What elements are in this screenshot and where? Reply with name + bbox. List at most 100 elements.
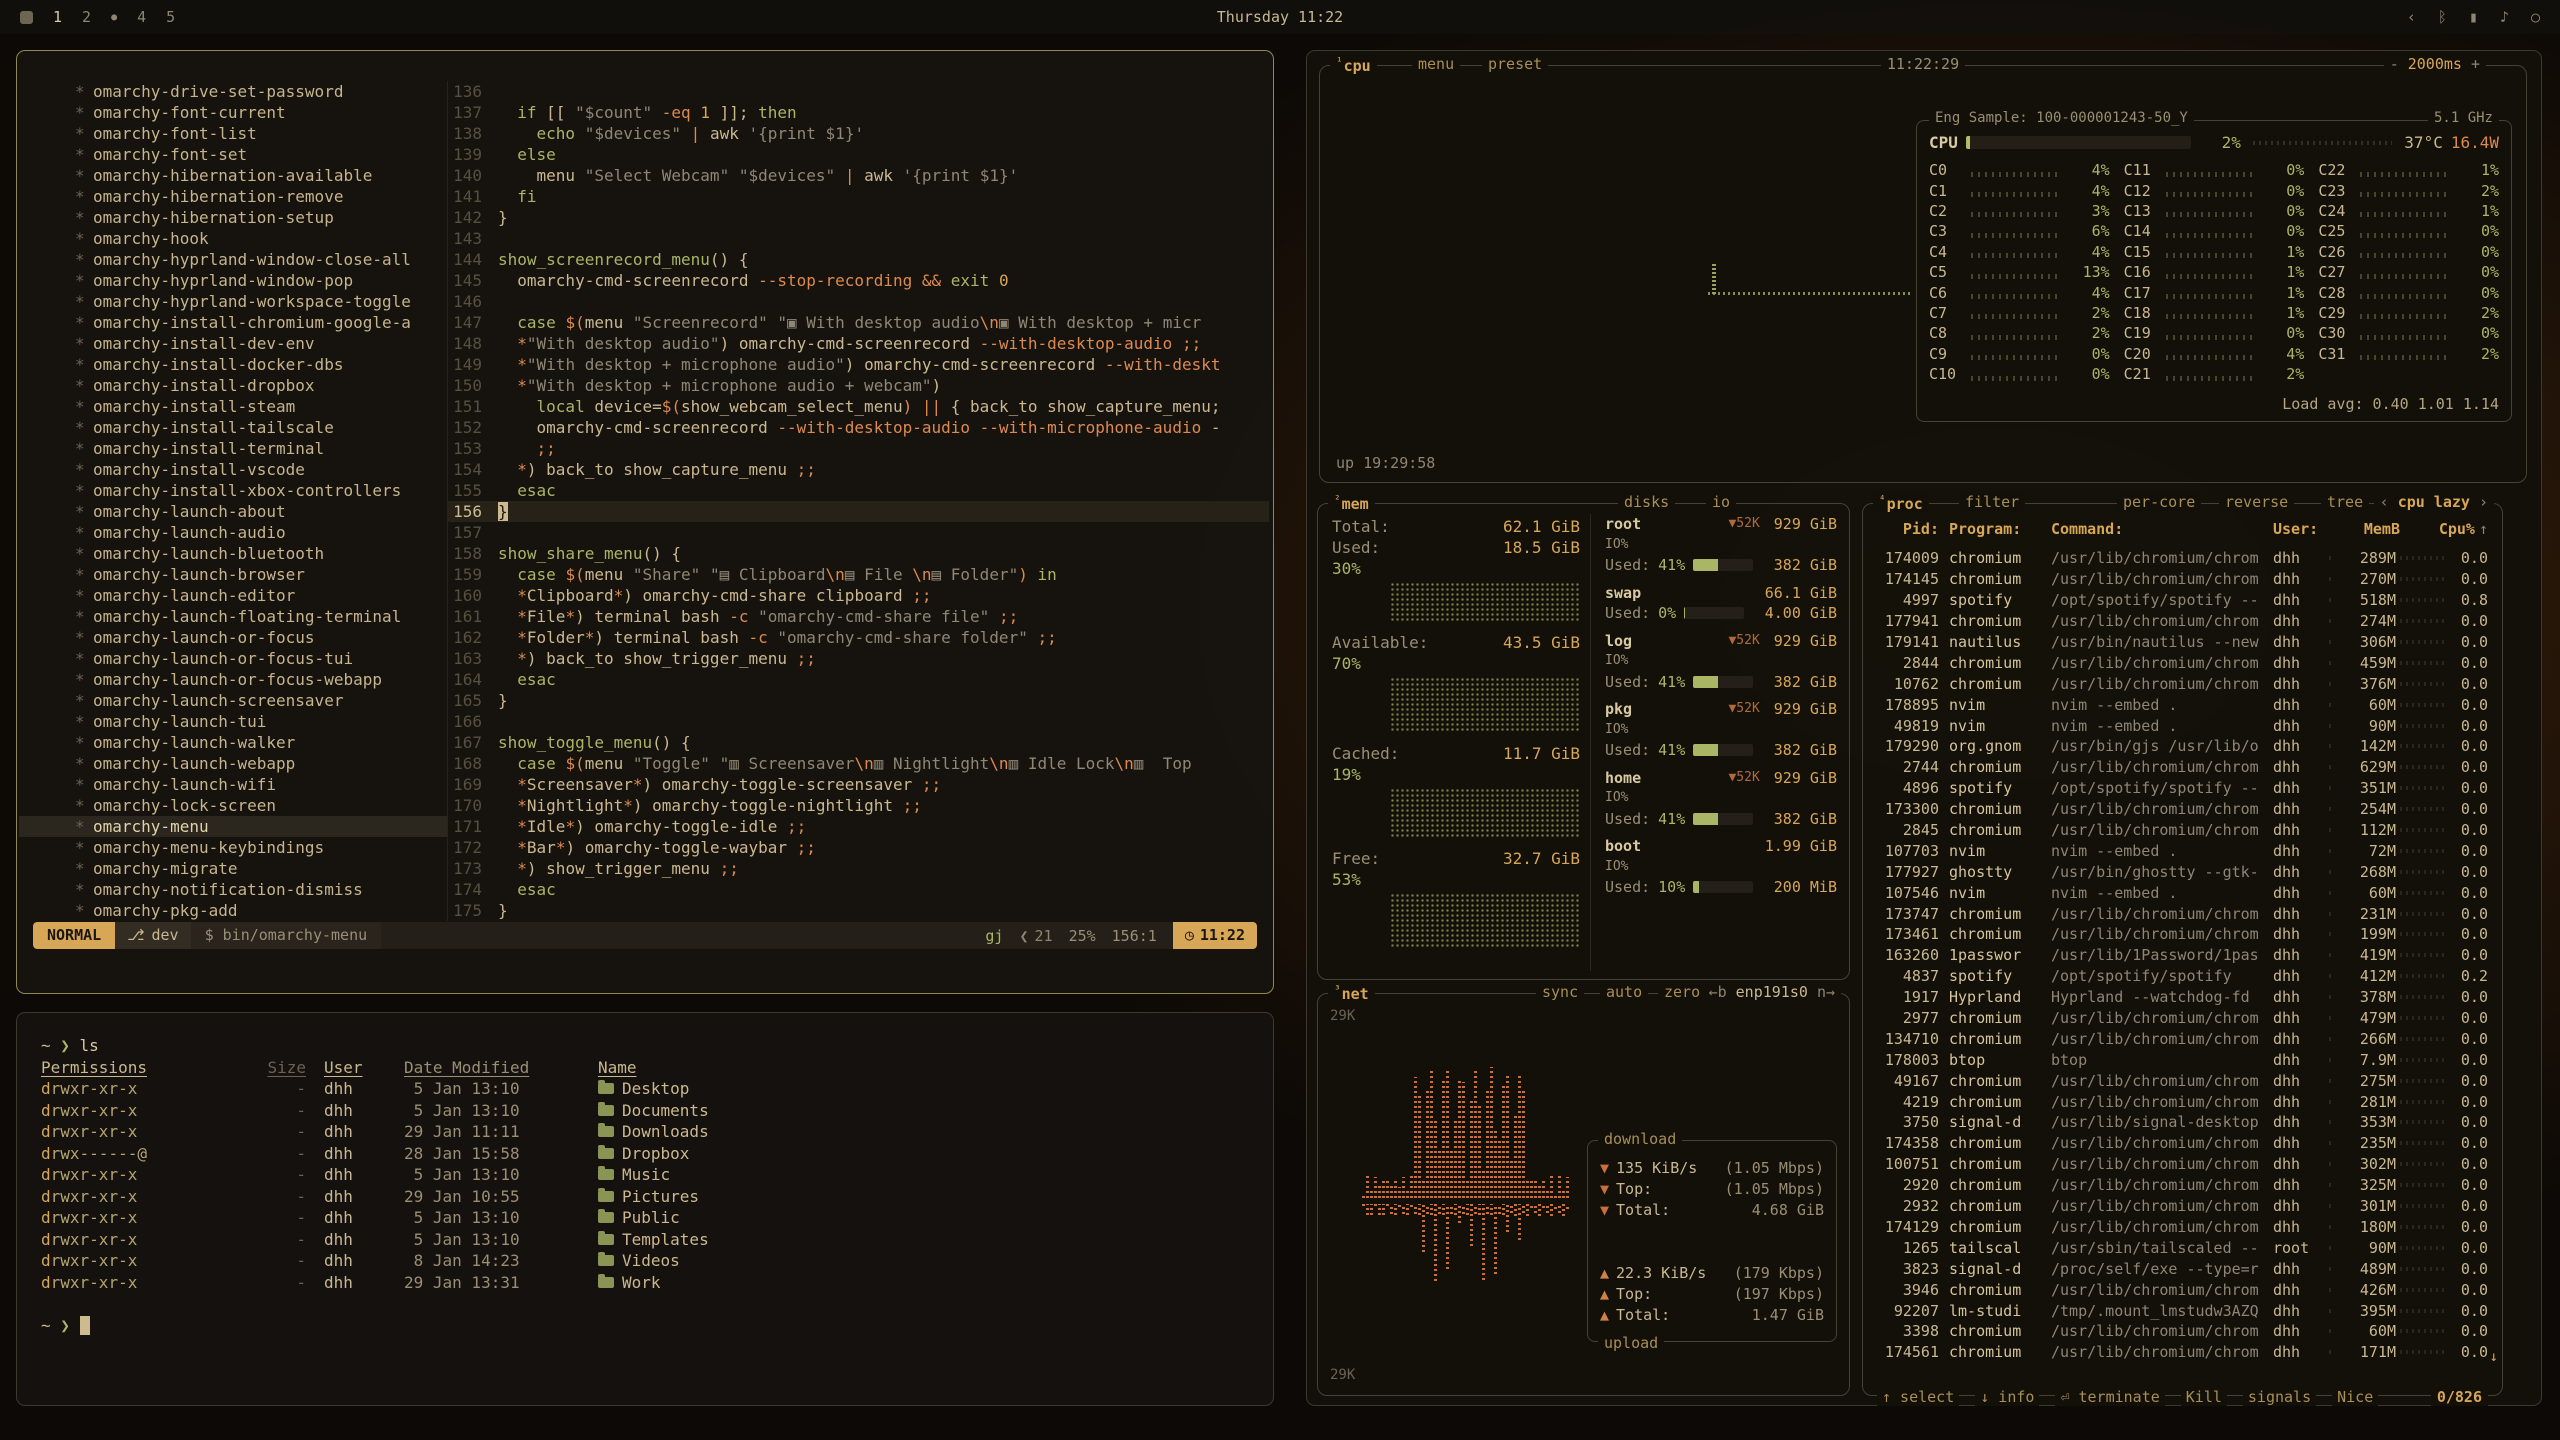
file-item[interactable]: *omarchy-lock-screen	[19, 795, 447, 816]
btop-preset-button[interactable]: preset	[1482, 55, 1548, 73]
scroll-down-icon[interactable]: ↓	[2490, 1349, 2498, 1365]
btop-interval-control[interactable]: - 2000ms +	[2384, 55, 2486, 73]
file-item[interactable]: *omarchy-install-xbox-controllers	[19, 480, 447, 501]
prompt-line[interactable]: ~ ❯ ls	[41, 1035, 1259, 1057]
process-row[interactable]: 179290org.gnom/usr/bin/gjs /usr/lib/odhh…	[1877, 736, 2488, 757]
process-row[interactable]: 174561chromium/usr/lib/chromium/chromdhh…	[1877, 1342, 2488, 1363]
proc-tree-button[interactable]: tree	[2321, 493, 2369, 511]
workspace-5[interactable]: 5	[166, 8, 175, 26]
file-item[interactable]: *omarchy-hyprland-window-pop	[19, 270, 447, 291]
file-item[interactable]: *omarchy-hibernation-remove	[19, 186, 447, 207]
process-row[interactable]: 4896spotify/opt/spotify/spotify --dhh351…	[1877, 778, 2488, 799]
terminal-window[interactable]: ~ ❯ lsPermissionsSizeUserDate ModifiedNa…	[16, 1012, 1274, 1406]
proc-header-program[interactable]: Program:	[1949, 520, 2043, 538]
file-item[interactable]: *omarchy-launch-webapp	[19, 753, 447, 774]
battery-icon[interactable]: ▮	[2469, 8, 2478, 26]
net-interface-switcher[interactable]: ←b enp191s0 n→	[1703, 983, 1841, 1001]
process-row[interactable]: 49819nvimnvim --embed .dhh90M0.0	[1877, 715, 2488, 736]
proc-filter-button[interactable]: filter	[1959, 493, 2025, 511]
file-item[interactable]: *omarchy-launch-wifi	[19, 774, 447, 795]
arrow-left-icon[interactable]: ‹	[2407, 8, 2416, 26]
proc-footer-item-0[interactable]: ↑ select	[1877, 1388, 1959, 1406]
file-item[interactable]: *omarchy-install-chromium-google-a	[19, 312, 447, 333]
process-row[interactable]: 4997spotify/opt/spotify/spotify --dhh518…	[1877, 590, 2488, 611]
net-auto-button[interactable]: auto	[1600, 983, 1648, 1001]
process-row[interactable]: 3398chromium/usr/lib/chromium/chromdhh60…	[1877, 1321, 2488, 1342]
process-row[interactable]: 2977chromium/usr/lib/chromium/chromdhh47…	[1877, 1008, 2488, 1029]
process-row[interactable]: 174145chromium/usr/lib/chromium/chromdhh…	[1877, 569, 2488, 590]
file-item[interactable]: *omarchy-launch-screensaver	[19, 690, 447, 711]
file-item[interactable]: *omarchy-hyprland-workspace-toggle	[19, 291, 447, 312]
process-row[interactable]: 4219chromium/usr/lib/chromium/chromdhh28…	[1877, 1091, 2488, 1112]
workspace-4[interactable]: 4	[137, 8, 146, 26]
process-row[interactable]: 177927ghostty/usr/bin/ghostty --gtk-dhh2…	[1877, 861, 2488, 882]
proc-footer-item-5[interactable]: Nice	[2332, 1388, 2378, 1406]
process-row[interactable]: 173461chromium/usr/lib/chromium/chromdhh…	[1877, 924, 2488, 945]
iface-next-icon[interactable]: n→	[1817, 983, 1835, 1001]
file-item[interactable]: *omarchy-hibernation-available	[19, 165, 447, 186]
process-row[interactable]: 1917HyprlandHyprland --watchdog-fddhh378…	[1877, 987, 2488, 1008]
process-row[interactable]: 173300chromium/usr/lib/chromium/chromdhh…	[1877, 799, 2488, 820]
proc-footer-item-3[interactable]: Kill	[2181, 1388, 2227, 1406]
process-row[interactable]: 173747chromium/usr/lib/chromium/chromdhh…	[1877, 903, 2488, 924]
proc-reverse-button[interactable]: reverse	[2219, 493, 2294, 511]
process-row[interactable]: 177941chromium/usr/lib/chromium/chromdhh…	[1877, 611, 2488, 632]
file-item[interactable]: *omarchy-menu	[19, 816, 447, 837]
sort-next-icon[interactable]: ›	[2479, 493, 2488, 511]
volume-icon[interactable]: ♪	[2500, 8, 2509, 26]
file-item[interactable]: *omarchy-migrate	[19, 858, 447, 879]
process-row[interactable]: 2844chromium/usr/lib/chromium/chromdhh45…	[1877, 652, 2488, 673]
file-item[interactable]: *omarchy-pkg-add	[19, 900, 447, 921]
process-row[interactable]: 2920chromium/usr/lib/chromium/chromdhh32…	[1877, 1175, 2488, 1196]
process-row[interactable]: 4837spotify/opt/spotify/spotifydhh412M0.…	[1877, 966, 2488, 987]
proc-percore-button[interactable]: per-core	[2117, 493, 2201, 511]
sort-prev-icon[interactable]: ‹	[2380, 493, 2389, 511]
process-row[interactable]: 178003btopbtopdhh7.9M0.0	[1877, 1049, 2488, 1070]
process-row[interactable]: 174009chromium/usr/lib/chromium/chromdhh…	[1877, 548, 2488, 569]
process-row[interactable]: 3823signal-d/proc/self/exe --type=rdhh48…	[1877, 1258, 2488, 1279]
file-item[interactable]: *omarchy-font-list	[19, 123, 447, 144]
iface-prev-icon[interactable]: ←b	[1709, 983, 1727, 1001]
proc-sort-selector[interactable]: ‹ cpu lazy ›	[2374, 493, 2494, 511]
file-item[interactable]: *omarchy-launch-about	[19, 501, 447, 522]
process-row[interactable]: 2744chromium/usr/lib/chromium/chromdhh62…	[1877, 757, 2488, 778]
process-row[interactable]: 92207lm-studi/tmp/.mount_lmstudw3AZQdhh3…	[1877, 1300, 2488, 1321]
process-row[interactable]: 10762chromium/usr/lib/chromium/chromdhh3…	[1877, 673, 2488, 694]
process-row[interactable]: 100751chromium/usr/lib/chromium/chromdhh…	[1877, 1154, 2488, 1175]
process-row[interactable]: 49167chromium/usr/lib/chromium/chromdhh2…	[1877, 1070, 2488, 1091]
process-row[interactable]: 107703nvimnvim --embed .dhh72M0.0	[1877, 840, 2488, 861]
disks-toggle-button[interactable]: disks	[1618, 493, 1675, 511]
file-item[interactable]: *omarchy-install-dev-env	[19, 333, 447, 354]
process-row[interactable]: 179141nautilus/usr/bin/nautilus --newdhh…	[1877, 632, 2488, 653]
file-item[interactable]: *omarchy-hyprland-window-close-all	[19, 249, 447, 270]
file-item[interactable]: *omarchy-notification-dismiss	[19, 879, 447, 900]
file-item[interactable]: *omarchy-font-current	[19, 102, 447, 123]
file-item[interactable]: *omarchy-launch-walker	[19, 732, 447, 753]
file-item[interactable]: *omarchy-launch-or-focus-tui	[19, 648, 447, 669]
file-item[interactable]: *omarchy-font-set	[19, 144, 447, 165]
btop-menu-button[interactable]: menu	[1412, 55, 1460, 73]
workspace-2[interactable]: 2	[82, 8, 91, 26]
process-row[interactable]: 174129chromium/usr/lib/chromium/chromdhh…	[1877, 1217, 2488, 1238]
file-item[interactable]: *omarchy-install-steam	[19, 396, 447, 417]
nvim-code-pane[interactable]: 136137 if [[ "$count" -eq 1 ]]; then138 …	[447, 81, 1269, 921]
process-row[interactable]: 174358chromium/usr/lib/chromium/chromdhh…	[1877, 1133, 2488, 1154]
process-row[interactable]: 2845chromium/usr/lib/chromium/chromdhh11…	[1877, 820, 2488, 841]
menu-square-icon[interactable]	[20, 11, 33, 24]
proc-footer-item-1[interactable]: ↓ info	[1975, 1388, 2039, 1406]
proc-header-mem[interactable]: MemB	[2325, 520, 2400, 538]
process-row[interactable]: 134710chromium/usr/lib/chromium/chromdhh…	[1877, 1028, 2488, 1049]
file-item[interactable]: *omarchy-launch-floating-terminal	[19, 606, 447, 627]
interval-plus-icon[interactable]: +	[2471, 55, 2480, 73]
file-item[interactable]: *omarchy-launch-tui	[19, 711, 447, 732]
file-item[interactable]: *omarchy-launch-browser	[19, 564, 447, 585]
prompt-line[interactable]: ~ ❯	[41, 1315, 1259, 1337]
proc-footer-item-2[interactable]: ⏎ terminate	[2055, 1388, 2164, 1406]
net-zero-button[interactable]: zero	[1658, 983, 1706, 1001]
file-item[interactable]: *omarchy-install-vscode	[19, 459, 447, 480]
io-toggle-button[interactable]: io	[1706, 493, 1736, 511]
workspace-1[interactable]: 1	[53, 8, 62, 26]
file-item[interactable]: *omarchy-launch-or-focus	[19, 627, 447, 648]
proc-header-user[interactable]: User:	[2273, 520, 2325, 538]
proc-header-cpu[interactable]: Cpu%↑	[2400, 520, 2488, 538]
